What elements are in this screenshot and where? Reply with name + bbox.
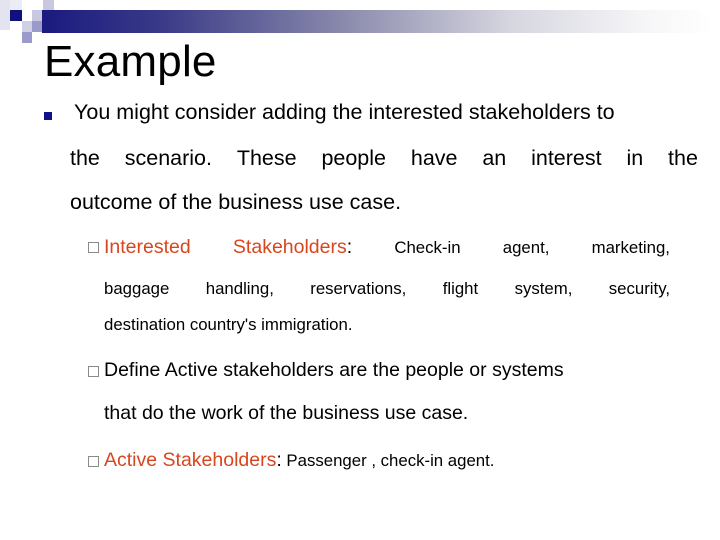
label-separator: : xyxy=(346,236,353,258)
interested-label-wrap: Stakeholders: xyxy=(233,236,352,259)
deco-square xyxy=(0,0,10,30)
deco-square xyxy=(10,0,22,10)
active-stakeholders-text: Passenger , check-in agent. xyxy=(281,451,495,470)
deco-square xyxy=(22,32,32,43)
deco-square xyxy=(22,0,32,10)
word: flight xyxy=(442,279,479,298)
header-gradient-bar xyxy=(42,10,712,33)
hollow-square-bullet-icon xyxy=(88,456,99,467)
word: an xyxy=(482,146,507,170)
deco-square xyxy=(43,0,54,10)
bullet-2-line-1: Interested Stakeholders: Check-in agent,… xyxy=(104,236,670,259)
word: the xyxy=(668,146,698,170)
word: scenario. xyxy=(124,146,212,170)
word: These xyxy=(236,146,297,170)
deco-square xyxy=(10,10,22,21)
deco-square xyxy=(22,21,32,32)
active-stakeholders-label: Active Stakeholders xyxy=(104,449,277,471)
bullet-4-line-1: Active Stakeholders: Passenger , check-i… xyxy=(104,449,494,472)
bullet-3-line-2: that do the work of the business use cas… xyxy=(104,402,469,424)
word: reservations, xyxy=(310,279,407,298)
word: handling, xyxy=(205,279,274,298)
bullet-1-line-3: outcome of the business use case. xyxy=(70,190,402,214)
word: Check-in xyxy=(394,238,461,257)
word: baggage xyxy=(104,279,170,298)
hollow-square-bullet-icon xyxy=(88,242,99,253)
slide-title: Example xyxy=(44,37,217,86)
bullet-3-line-1: Define Active stakeholders are the peopl… xyxy=(104,359,564,381)
word: the xyxy=(70,146,100,170)
interested-label-word: Interested xyxy=(104,236,191,258)
filled-square-bullet-icon xyxy=(44,112,52,120)
word: system, xyxy=(514,279,573,298)
word: marketing, xyxy=(591,238,670,257)
word: in xyxy=(626,146,644,170)
word: have xyxy=(410,146,458,170)
word: security, xyxy=(608,279,670,298)
bullet-2-line-2: baggage handling, reservations, flight s… xyxy=(104,279,670,299)
stakeholders-label-word: Stakeholders xyxy=(232,236,347,258)
word: people xyxy=(321,146,387,170)
hollow-square-bullet-icon xyxy=(88,366,99,377)
deco-square xyxy=(22,10,32,21)
word: interest xyxy=(531,146,602,170)
word: agent, xyxy=(502,238,550,257)
bullet-2-line-3: destination country's immigration. xyxy=(104,315,353,334)
bullet-1-line-1: You might consider adding the interested… xyxy=(74,100,615,124)
bullet-1-line-2: the scenario. These people have an inter… xyxy=(70,146,698,171)
